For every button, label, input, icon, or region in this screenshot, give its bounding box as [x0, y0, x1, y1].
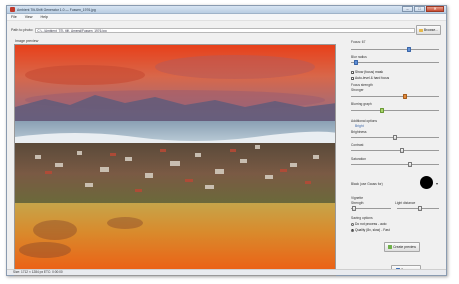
slider-thumb[interactable]: [403, 94, 407, 99]
minimize-button[interactable]: –: [402, 6, 413, 12]
slider-thumb[interactable]: [352, 206, 356, 211]
maximize-button[interactable]: □: [414, 6, 425, 12]
title-bar: Ambient Tilt-Shift Generator 1.0 — Fusse…: [7, 6, 446, 14]
saturation-label: Saturation: [351, 157, 367, 161]
radio-circle[interactable]: [351, 222, 354, 226]
radio-quality[interactable]: Quality (8x, slow) - Fast: [351, 228, 390, 232]
additional-options-sub[interactable]: Bright: [355, 124, 364, 128]
menu-file[interactable]: File: [11, 15, 17, 19]
checkbox-box[interactable]: ✓: [351, 76, 355, 80]
slider-track: [351, 208, 391, 209]
status-bar: Size: 1712 × 1284 px ETC: 0:00:00: [7, 269, 446, 275]
browse-label: Browse...: [423, 28, 439, 32]
slider-thumb[interactable]: [408, 162, 412, 167]
focus-slider[interactable]: [351, 47, 439, 52]
folder-icon: [418, 28, 423, 32]
browse-button[interactable]: Browse...: [416, 25, 441, 35]
radio-dot: [352, 229, 353, 231]
checkbox-box[interactable]: ✓: [351, 70, 355, 74]
vignette-strength-slider[interactable]: [351, 206, 391, 211]
path-label: Path to photo:: [11, 28, 34, 32]
close-button[interactable]: ✕: [426, 6, 444, 12]
focus-label: Focus: 67: [351, 40, 366, 44]
window-title: Ambient Tilt-Shift Generator 1.0 — Fusse…: [17, 7, 96, 12]
vignette-distance-slider[interactable]: [397, 206, 439, 211]
slider-thumb[interactable]: [418, 206, 422, 211]
brightness-slider[interactable]: [351, 135, 439, 140]
slider-thumb[interactable]: [380, 108, 384, 113]
blur-label: Blur radius: [351, 55, 367, 59]
focus-strength-label: Focus strength: [351, 83, 373, 87]
vignette-left-label: Strength: [351, 201, 364, 205]
contrast-slider[interactable]: [351, 148, 439, 153]
app-window: Ambient Tilt-Shift Generator 1.0 — Fusse…: [6, 5, 447, 276]
slider-track: [351, 150, 439, 151]
radio-label: Do not process - auto: [355, 222, 387, 226]
checkbox-label: Show (focus) mask: [355, 70, 384, 74]
slider-thumb[interactable]: [354, 60, 358, 65]
saturation-slider[interactable]: [351, 162, 439, 167]
image-preview[interactable]: [14, 44, 336, 276]
radio-fast[interactable]: Do not process - auto: [351, 222, 387, 226]
preview-icon: [388, 245, 393, 249]
slider-track: [351, 49, 439, 50]
menu-help[interactable]: Help: [41, 15, 48, 19]
blur-slider[interactable]: [351, 60, 439, 65]
app-icon: [10, 7, 15, 12]
path-row: Path to photo: C:\...\Ambient_TS\_tilt\_…: [7, 21, 446, 39]
menu-bar: File View Help: [7, 14, 446, 21]
contrast-label: Contrast: [351, 143, 364, 147]
focus-strength-value: Stronger: [351, 88, 364, 92]
additional-options-label: Additional options: [351, 119, 378, 123]
blur-graph-label: Blurring graph: [351, 102, 372, 106]
blur-graph-slider[interactable]: [351, 108, 439, 113]
preview-label: Image preview: [15, 39, 39, 43]
auto-level-checkbox[interactable]: ✓ Auto-level & hard focus: [351, 76, 389, 80]
color-picker-swatch[interactable]: [420, 176, 433, 189]
create-preview-label: Create preview: [393, 245, 416, 249]
create-preview-button[interactable]: Create preview: [384, 242, 420, 252]
slider-thumb[interactable]: [393, 135, 397, 140]
chevron-down-icon[interactable]: ▾: [436, 181, 438, 186]
menu-view[interactable]: View: [25, 15, 33, 19]
color-label: Black (use Gauss for): [351, 182, 383, 186]
radio-circle[interactable]: [351, 228, 354, 232]
slider-thumb[interactable]: [400, 148, 404, 153]
radio-label: Quality (8x, slow) - Fast: [355, 228, 390, 232]
slider-track: [351, 110, 439, 111]
show-mask-checkbox[interactable]: ✓ Show (focus) mask: [351, 70, 383, 74]
vignette-label: Vignette: [351, 196, 364, 200]
brightness-label: Brightness: [351, 130, 367, 134]
saving-options-label: Saving options: [351, 216, 373, 220]
slider-track: [351, 164, 439, 165]
slider-thumb[interactable]: [407, 47, 411, 52]
focus-strength-slider[interactable]: [351, 94, 439, 99]
window-controls: – □ ✕: [401, 6, 444, 13]
slider-track: [351, 96, 439, 97]
slider-track: [351, 62, 439, 63]
path-input[interactable]: C:\...\Ambient_TS\_tilt\_Amend\Fussen_19…: [35, 27, 416, 33]
checkbox-label: Auto-level & hard focus: [355, 76, 390, 80]
vignette-right-label: Light distance: [395, 201, 416, 205]
preview-image: [15, 45, 335, 275]
